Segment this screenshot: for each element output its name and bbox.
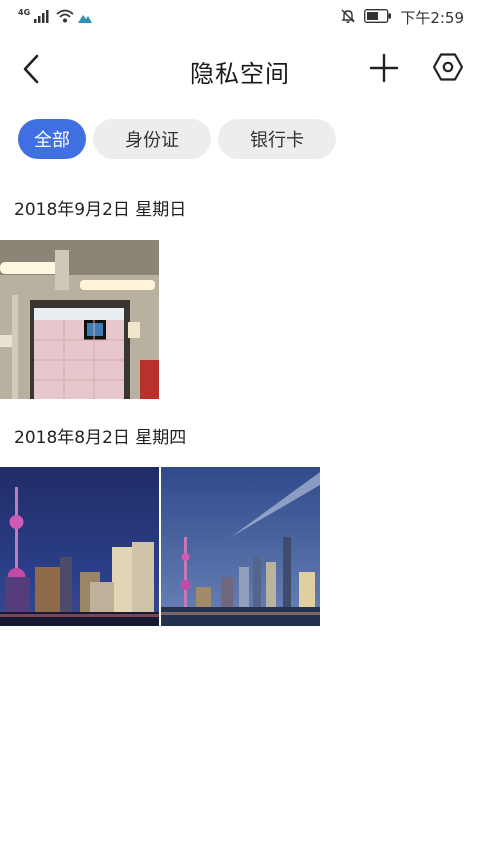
plus-icon <box>369 53 399 83</box>
skyline-photo-image <box>161 467 320 626</box>
status-left: 4G <box>18 8 93 27</box>
photo-thumbnail-subway[interactable] <box>0 240 159 399</box>
status-right: 下午2:59 <box>340 7 464 28</box>
skyline-photo-image <box>0 467 159 626</box>
wifi-icon <box>56 8 74 27</box>
tab-bank-card[interactable]: 银行卡 <box>218 119 336 159</box>
settings-hexagon-icon <box>432 53 464 81</box>
mute-bell-icon <box>340 8 356 28</box>
group-date-header: 2018年9月2日 星期日 <box>14 200 187 220</box>
network-type-label: 4G <box>18 8 31 17</box>
category-tabs: 全部 身份证 银行卡 <box>18 119 336 159</box>
app-header: 隐私空间 <box>0 34 480 104</box>
gallery-notification-icon <box>78 8 93 27</box>
status-bar: 4G 下午2:59 <box>0 0 480 34</box>
tab-id-card[interactable]: 身份证 <box>93 119 211 159</box>
add-button[interactable] <box>366 50 402 86</box>
group-date-header: 2018年8月2日 星期四 <box>14 428 187 448</box>
battery-icon <box>364 8 392 27</box>
photo-thumbnail-skyline-2[interactable] <box>161 467 320 626</box>
subway-photo-image <box>0 240 159 399</box>
clock-label: 下午2:59 <box>400 9 464 27</box>
page-title: 隐私空间 <box>190 60 290 88</box>
settings-button[interactable] <box>430 49 466 85</box>
tab-all[interactable]: 全部 <box>18 119 86 159</box>
photo-thumbnail-skyline-1[interactable] <box>0 467 159 626</box>
signal-icon <box>34 8 52 27</box>
